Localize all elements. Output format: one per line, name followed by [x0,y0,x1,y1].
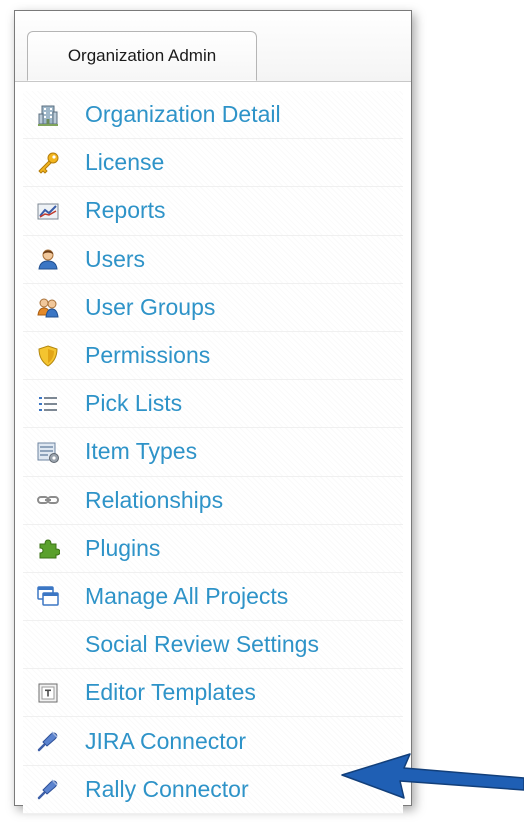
menu-item-label: User Groups [85,293,216,320]
menu-item-label: Organization Detail [85,101,281,128]
menu-item-relationships[interactable]: Relationships [23,476,403,525]
windows-icon [35,583,61,609]
menu-item-item-types[interactable]: Item Types [23,428,403,477]
menu-item-plugins[interactable]: Plugins [23,524,403,573]
menu-item-pick-lists[interactable]: Pick Lists [23,380,403,429]
organization-admin-panel: Organization Admin Organization Detail L… [14,10,412,814]
menu-item-manage-all-projects[interactable]: Manage All Projects [23,572,403,622]
menu-item-label: Rally Connector [85,775,249,802]
menu-item-label: Relationships [85,486,224,513]
pointer-arrow-icon [341,753,524,799]
menu-item-label: Item Types [85,438,198,465]
menu-item-license[interactable]: License [23,139,403,188]
tab-strip: Organization Admin [15,11,411,82]
menu-item-label: Permissions [85,342,211,369]
menu-item-editor-templates[interactable]: Editor Templates [23,669,403,718]
menu-item-reports[interactable]: Reports [23,187,403,236]
menu-item-label: Pick Lists [85,390,183,417]
chart-icon [35,198,61,224]
menu-item-label: License [85,149,165,176]
menu-item-label: Plugins [85,534,161,561]
template-icon [35,680,61,706]
link-icon [35,487,61,513]
menu-item-organization-detail[interactable]: Organization Detail [23,91,403,140]
menu-item-permissions[interactable]: Permissions [23,331,403,381]
menu-item-users[interactable]: Users [23,235,403,284]
connector-plug-icon [35,776,61,802]
menu-item-label: Users [85,245,146,272]
menu-item-social-review-settings[interactable]: Social Review Settings [23,621,403,670]
connector-plug-icon [35,728,61,754]
menu-item-user-groups[interactable]: User Groups [23,283,403,332]
shield-icon [35,343,61,369]
key-icon [35,150,61,176]
puzzle-icon [35,535,61,561]
menu-item-label: Editor Templates [85,679,256,706]
menu-item-label: Social Review Settings [85,631,319,658]
item-types-icon [35,439,61,465]
menu-item-label: JIRA Connector [85,727,247,754]
building-icon [35,102,61,128]
tab-organization-admin[interactable]: Organization Admin [27,31,257,81]
menu-item-label: Manage All Projects [85,582,289,609]
admin-menu: Organization Detail License Reports User… [23,91,403,814]
list-icon [35,391,61,417]
user-group-icon [35,294,61,320]
user-icon [35,246,61,272]
blank-icon-slot [35,632,61,658]
menu-item-label: Reports [85,197,166,224]
